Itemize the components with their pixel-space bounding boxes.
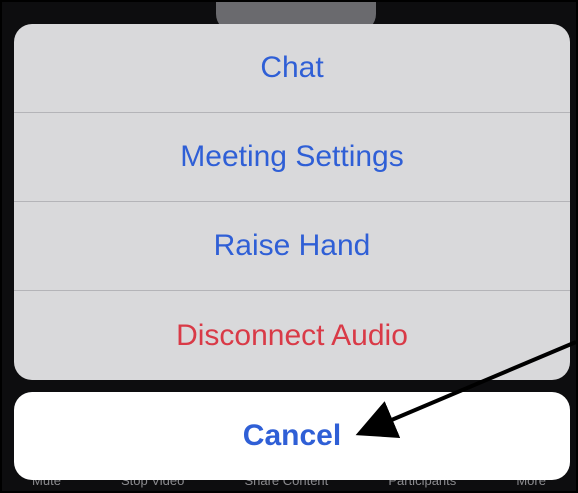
meeting-settings-button[interactable]: Meeting Settings xyxy=(14,113,570,202)
chat-button[interactable]: Chat xyxy=(14,24,570,113)
action-sheet: Chat Meeting Settings Raise Hand Disconn… xyxy=(14,24,570,380)
disconnect-audio-button[interactable]: Disconnect Audio xyxy=(14,291,570,380)
raise-hand-button[interactable]: Raise Hand xyxy=(14,202,570,291)
cancel-button[interactable]: Cancel xyxy=(14,392,570,480)
screenshot-frame: Mute Stop Video Share Content Participan… xyxy=(0,0,578,493)
